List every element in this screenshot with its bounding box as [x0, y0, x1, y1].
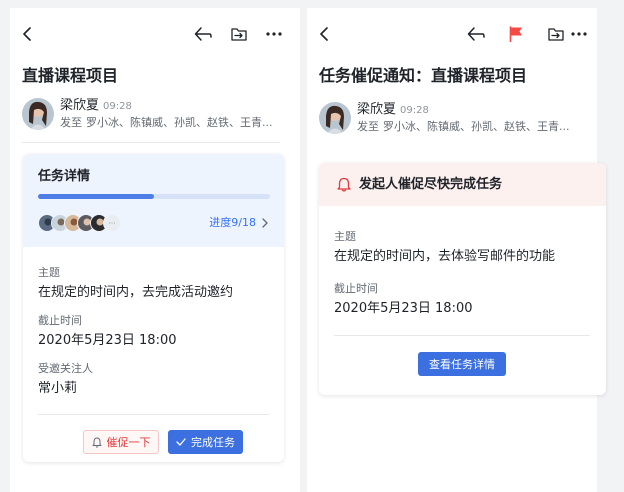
reply-icon[interactable] — [467, 24, 485, 44]
sender-time: 09:28 — [400, 105, 429, 116]
urge-button-label: 催促一下 — [106, 436, 151, 449]
mail-detail-panel-right: 任务催促通知：直播课程项目 梁欣夏 09:28 发至 罗小冰、陈镇威、孙凯、赵铁、王… — [307, 8, 606, 492]
reply-icon[interactable] — [194, 24, 212, 44]
subject-value: 在规定的时间内，去完成活动邀约 — [38, 285, 234, 300]
sender-row: 梁欣夏 09:28 发至 罗小冰、陈镇威、孙凯、赵铁、王青... — [22, 98, 288, 134]
subject-label: 主题 — [38, 266, 60, 279]
back-icon[interactable] — [22, 24, 34, 44]
subject-label: 主题 — [334, 230, 356, 243]
divider — [334, 335, 590, 336]
top-toolbar — [10, 8, 300, 48]
mail-title: 直播课程项目 — [22, 66, 119, 85]
recipients-label: 发至 — [357, 120, 379, 133]
deadline-label: 截止时间 — [334, 282, 378, 295]
reminder-card: 发起人催促尽快完成任务 主题 在规定的时间内，去体验写邮件的功能 截止时间 20… — [319, 163, 606, 395]
progress-link[interactable]: 进度9/18 — [209, 215, 268, 231]
divider — [22, 142, 280, 143]
mail-title: 任务催促通知：直播课程项目 — [319, 66, 528, 85]
urge-button[interactable]: 催促一下 — [83, 430, 159, 454]
sender-avatar[interactable] — [319, 102, 351, 134]
top-toolbar — [307, 8, 597, 48]
view-task-details-button[interactable]: 查看任务详情 — [418, 352, 506, 376]
back-icon[interactable] — [319, 24, 331, 44]
bell-icon — [337, 177, 351, 192]
recipients-line[interactable]: 发至 罗小冰、陈镇威、孙凯、赵铁、王青... — [60, 116, 288, 130]
recipients-line[interactable]: 发至 罗小冰、陈镇威、孙凯、赵铁、王青... — [357, 120, 585, 134]
sender-row: 梁欣夏 09:28 发至 罗小冰、陈镇威、孙凯、赵铁、王青... — [319, 102, 585, 138]
sender-avatar[interactable] — [22, 98, 54, 130]
task-card-heading: 任务详情 — [38, 169, 91, 184]
subject-value: 在规定的时间内，去体验写邮件的功能 — [334, 249, 556, 264]
invitee-value: 常小莉 — [38, 381, 78, 396]
move-to-folder-icon[interactable] — [548, 24, 564, 44]
divider — [38, 414, 269, 415]
sender-name: 梁欣夏 09:28 — [357, 102, 429, 117]
recipients-list: 罗小冰、陈镇威、孙凯、赵铁、王青... — [383, 120, 570, 133]
reminder-banner-text: 发起人催促尽快完成任务 — [359, 177, 503, 192]
check-icon — [176, 438, 186, 446]
move-to-folder-icon[interactable] — [231, 24, 247, 44]
more-participants-icon: ··· — [103, 214, 121, 232]
bell-icon — [92, 437, 102, 448]
mail-detail-panel-left: 直播课程项目 梁欣夏 09:28 发至 罗小冰、陈镇威、孙凯、赵铁、王青... 任务… — [10, 8, 300, 492]
deadline-value: 2020年5月23日 18:00 — [38, 333, 177, 348]
sender-time: 09:28 — [103, 101, 132, 112]
flag-icon[interactable] — [509, 24, 523, 44]
recipients-list: 罗小冰、陈镇威、孙凯、赵铁、王青... — [86, 116, 273, 129]
invitee-label: 受邀关注人 — [38, 362, 93, 375]
deadline-value: 2020年5月23日 18:00 — [334, 301, 473, 316]
task-card-header: 任务详情 ··· 进度9/18 — [23, 154, 284, 247]
progress-bar — [38, 194, 270, 199]
progress-label: 进度9/18 — [209, 216, 256, 229]
more-horizontal-icon[interactable] — [266, 24, 282, 44]
complete-task-label: 完成任务 — [191, 436, 235, 449]
participant-avatars[interactable]: ··· — [38, 214, 121, 232]
progress-bar-fill — [38, 194, 154, 199]
complete-task-button[interactable]: 完成任务 — [168, 430, 243, 454]
reminder-banner: 发起人催促尽快完成任务 — [319, 163, 606, 206]
chevron-right-icon — [262, 218, 268, 228]
task-card: 任务详情 ··· 进度9/18 主题 在规定的时间内，去完成活动邀约 截止时间 … — [23, 154, 284, 462]
recipients-label: 发至 — [60, 116, 82, 129]
deadline-label: 截止时间 — [38, 314, 82, 327]
sender-name: 梁欣夏 09:28 — [60, 98, 132, 113]
